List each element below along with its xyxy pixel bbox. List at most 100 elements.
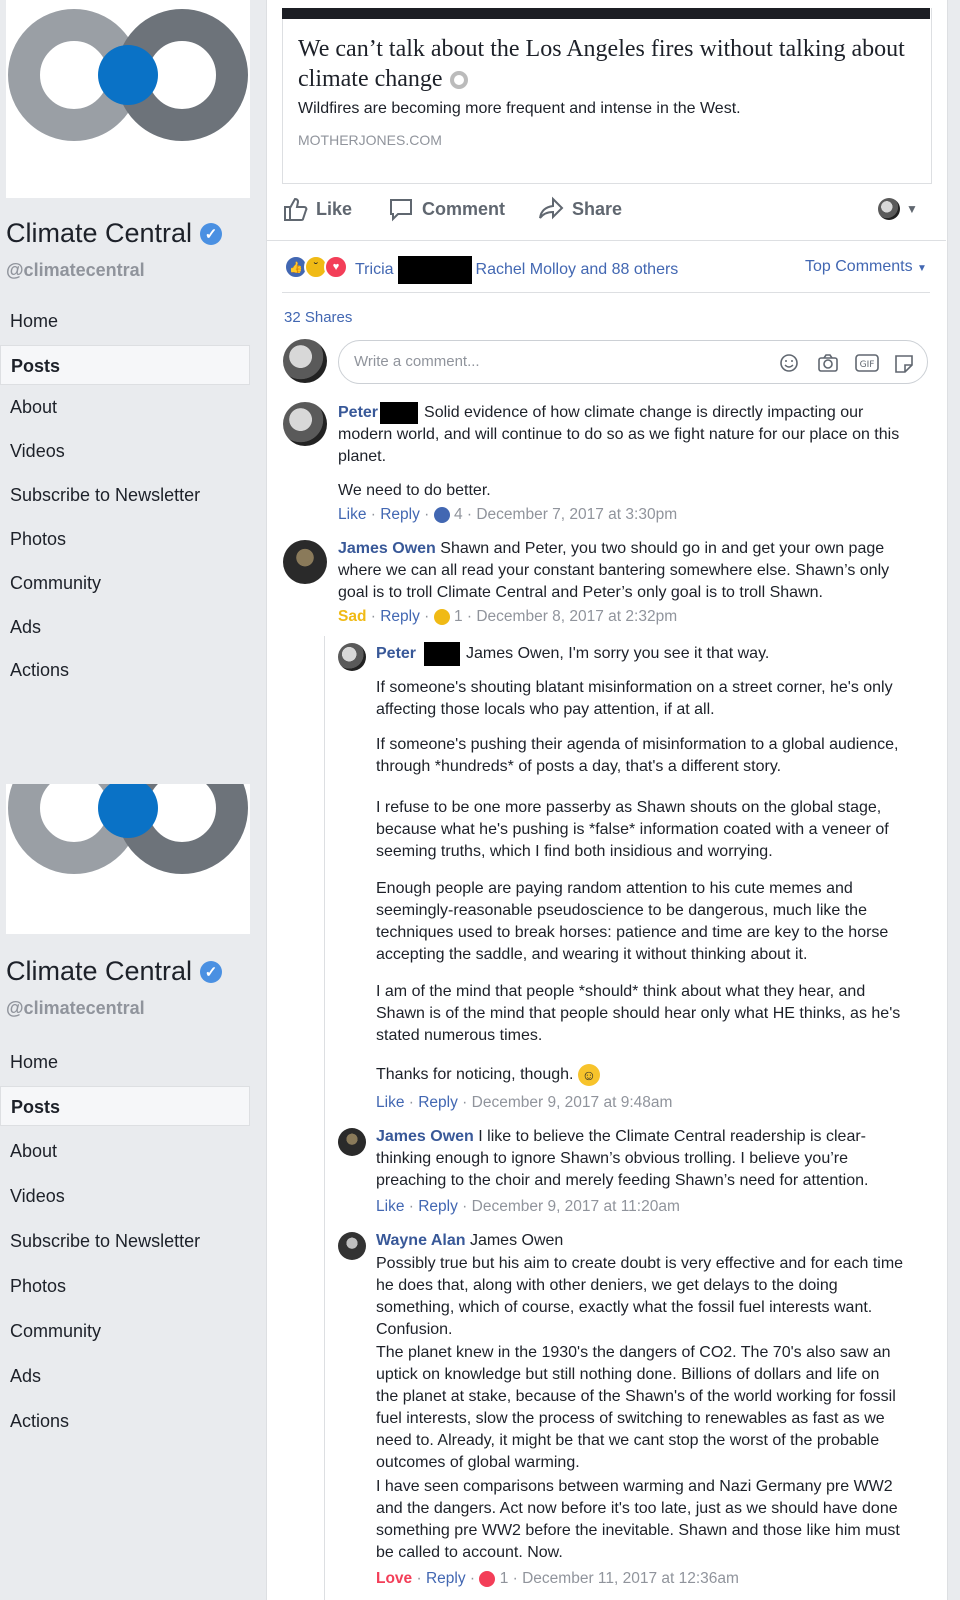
reply-author[interactable]: Wayne Alan bbox=[376, 1232, 466, 1249]
nav-item-home[interactable]: Home bbox=[0, 1042, 250, 1082]
shares-count[interactable]: 32 Shares bbox=[284, 309, 352, 326]
like-reaction-icon[interactable] bbox=[433, 506, 450, 523]
share-button[interactable]: Share bbox=[538, 196, 622, 222]
reaction-icons[interactable]: 👍 ˘ ♥ bbox=[284, 255, 348, 279]
reply-text: I refuse to be one more passerby as Shaw… bbox=[376, 799, 889, 860]
nav-item-photos[interactable]: Photos bbox=[0, 519, 250, 559]
nav-item-posts[interactable]: Posts bbox=[0, 1086, 250, 1126]
replier-avatar[interactable] bbox=[338, 643, 366, 671]
verified-badge-icon: ✓ bbox=[200, 222, 223, 245]
comment-reply-link[interactable]: Reply bbox=[380, 608, 420, 625]
like-button[interactable]: Like bbox=[282, 196, 352, 222]
nav-item-actions[interactable]: Actions bbox=[0, 650, 250, 690]
gif-icon[interactable]: GIF bbox=[855, 353, 879, 373]
reply-thread-line bbox=[324, 636, 325, 1600]
reply-like-link[interactable]: Like bbox=[376, 1198, 404, 1215]
reply-text: Possibly true but his aim to create doub… bbox=[376, 1255, 904, 1338]
link-title[interactable]: We can’t talk about the Los Angeles fire… bbox=[298, 34, 918, 94]
reply-meta: Like · Reply · December 9, 2017 at 11:20… bbox=[376, 1198, 680, 1215]
avatar bbox=[878, 198, 900, 220]
nav-item-actions[interactable]: Actions bbox=[0, 1401, 250, 1441]
comment-reply-link[interactable]: Reply bbox=[380, 506, 420, 523]
caret-down-icon: ▼ bbox=[917, 263, 927, 274]
page-handle: @climatecentral bbox=[6, 260, 145, 280]
emoji-icon[interactable] bbox=[779, 353, 799, 373]
reply-text: Enough people are paying random attentio… bbox=[376, 880, 889, 963]
replier-avatar[interactable] bbox=[338, 1128, 366, 1156]
reaction-names[interactable]: Tricia Rachel Molloy and 88 others bbox=[355, 256, 678, 284]
nav-item-ads[interactable]: Ads bbox=[0, 607, 250, 647]
comment-meta: Sad · Reply · 1 · December 8, 2017 at 2:… bbox=[338, 608, 678, 625]
nav-item-community[interactable]: Community bbox=[0, 563, 250, 603]
svg-text:GIF: GIF bbox=[860, 360, 875, 370]
link-domain: MOTHERJONES.COM bbox=[298, 132, 442, 148]
nav-item-photos[interactable]: Photos bbox=[0, 1266, 250, 1306]
nav-item-ads[interactable]: Ads bbox=[0, 1356, 250, 1396]
comment-author[interactable]: Peter bbox=[338, 404, 378, 421]
nav-item-about[interactable]: About bbox=[0, 387, 250, 427]
nav-item-about[interactable]: About bbox=[0, 1131, 250, 1171]
comment-like-link[interactable]: Like bbox=[338, 506, 366, 523]
reply-reply-link[interactable]: Reply bbox=[426, 1570, 466, 1587]
link-description: Wildfires are becoming more frequent and… bbox=[298, 100, 741, 117]
reply-reply-link[interactable]: Reply bbox=[418, 1094, 458, 1111]
nav-item-home[interactable]: Home bbox=[0, 301, 250, 341]
reply-author[interactable]: Peter bbox=[376, 645, 416, 662]
reply-text: If someone's pushing their agenda of mis… bbox=[376, 736, 899, 775]
nav-item-subscribe[interactable]: Subscribe to Newsletter bbox=[0, 475, 250, 515]
sad-reaction-icon[interactable] bbox=[433, 608, 450, 625]
post-as-selector[interactable]: ▼ bbox=[878, 198, 918, 220]
nav-item-videos[interactable]: Videos bbox=[0, 431, 250, 471]
reply-body: Wayne Alan James Owen bbox=[376, 1230, 906, 1252]
reply-like-link[interactable]: Like bbox=[376, 1094, 404, 1111]
commenter-avatar[interactable] bbox=[283, 540, 327, 584]
mention-link[interactable]: James Owen bbox=[470, 1232, 563, 1249]
reply-body: James Owen I like to believe the Climate… bbox=[376, 1128, 869, 1189]
reply-text: I am of the mind that people *should* th… bbox=[376, 983, 901, 1044]
smile-emoji-icon: ☺ bbox=[577, 1064, 600, 1086]
reply-text: Thanks for noticing, though. ☺ bbox=[376, 1064, 906, 1086]
climate-central-logo bbox=[8, 784, 248, 874]
camera-icon[interactable] bbox=[817, 353, 839, 373]
comment-meta: Like · Reply · 4 · December 7, 2017 at 3… bbox=[338, 506, 678, 523]
page-name[interactable]: Climate Central ✓ bbox=[6, 956, 223, 987]
share-icon bbox=[539, 196, 564, 220]
page-logo[interactable] bbox=[6, 0, 250, 198]
love-reaction-icon: ♥ bbox=[324, 255, 348, 279]
comment-icon bbox=[390, 199, 412, 222]
reply-text: If someone's shouting blatant misinforma… bbox=[376, 679, 893, 718]
nav-item-posts[interactable]: Posts bbox=[0, 345, 250, 385]
replier-avatar[interactable] bbox=[338, 1232, 366, 1260]
comment-body: Peter Solid evidence of how climate chang… bbox=[338, 402, 920, 468]
redacted-name bbox=[397, 256, 472, 284]
comment-author[interactable]: James Owen bbox=[338, 540, 436, 557]
love-reaction-icon[interactable] bbox=[479, 1570, 496, 1587]
chevron-down-icon: ▼ bbox=[906, 202, 918, 216]
nav-item-subscribe[interactable]: Subscribe to Newsletter bbox=[0, 1221, 250, 1261]
comment-reaction-link[interactable]: Sad bbox=[338, 608, 366, 625]
user-avatar[interactable] bbox=[283, 339, 327, 383]
climate-central-logo bbox=[8, 9, 248, 141]
page-name[interactable]: Climate Central ✓ bbox=[6, 218, 223, 249]
commenter-avatar[interactable] bbox=[283, 402, 327, 446]
nav-item-community[interactable]: Community bbox=[0, 1311, 250, 1351]
reply-text: I have seen comparisons between warming … bbox=[376, 1478, 900, 1561]
reply-meta: Love · Reply · 1 · December 11, 2017 at … bbox=[376, 1570, 739, 1587]
redacted-name bbox=[380, 402, 419, 424]
reply-author[interactable]: James Owen bbox=[376, 1128, 474, 1145]
comment-input[interactable]: Write a comment... GIF bbox=[338, 340, 928, 384]
nav-item-videos[interactable]: Videos bbox=[0, 1176, 250, 1216]
verified-badge-icon: ✓ bbox=[200, 960, 223, 983]
divider bbox=[282, 292, 930, 293]
divider bbox=[266, 240, 946, 241]
top-comments-filter[interactable]: Top Comments ▼ bbox=[805, 258, 927, 276]
link-preview-image bbox=[282, 8, 930, 19]
page-logo[interactable] bbox=[6, 784, 250, 934]
comment-button[interactable]: Comment bbox=[388, 196, 505, 222]
redacted-name bbox=[424, 642, 461, 666]
reply-reaction-link[interactable]: Love bbox=[376, 1570, 412, 1587]
comment-body: James Owen Shawn and Peter, you two shou… bbox=[338, 540, 890, 601]
reply-reply-link[interactable]: Reply bbox=[418, 1198, 458, 1215]
sticker-icon[interactable] bbox=[893, 353, 915, 373]
comment-text: We need to do better. bbox=[338, 482, 491, 499]
